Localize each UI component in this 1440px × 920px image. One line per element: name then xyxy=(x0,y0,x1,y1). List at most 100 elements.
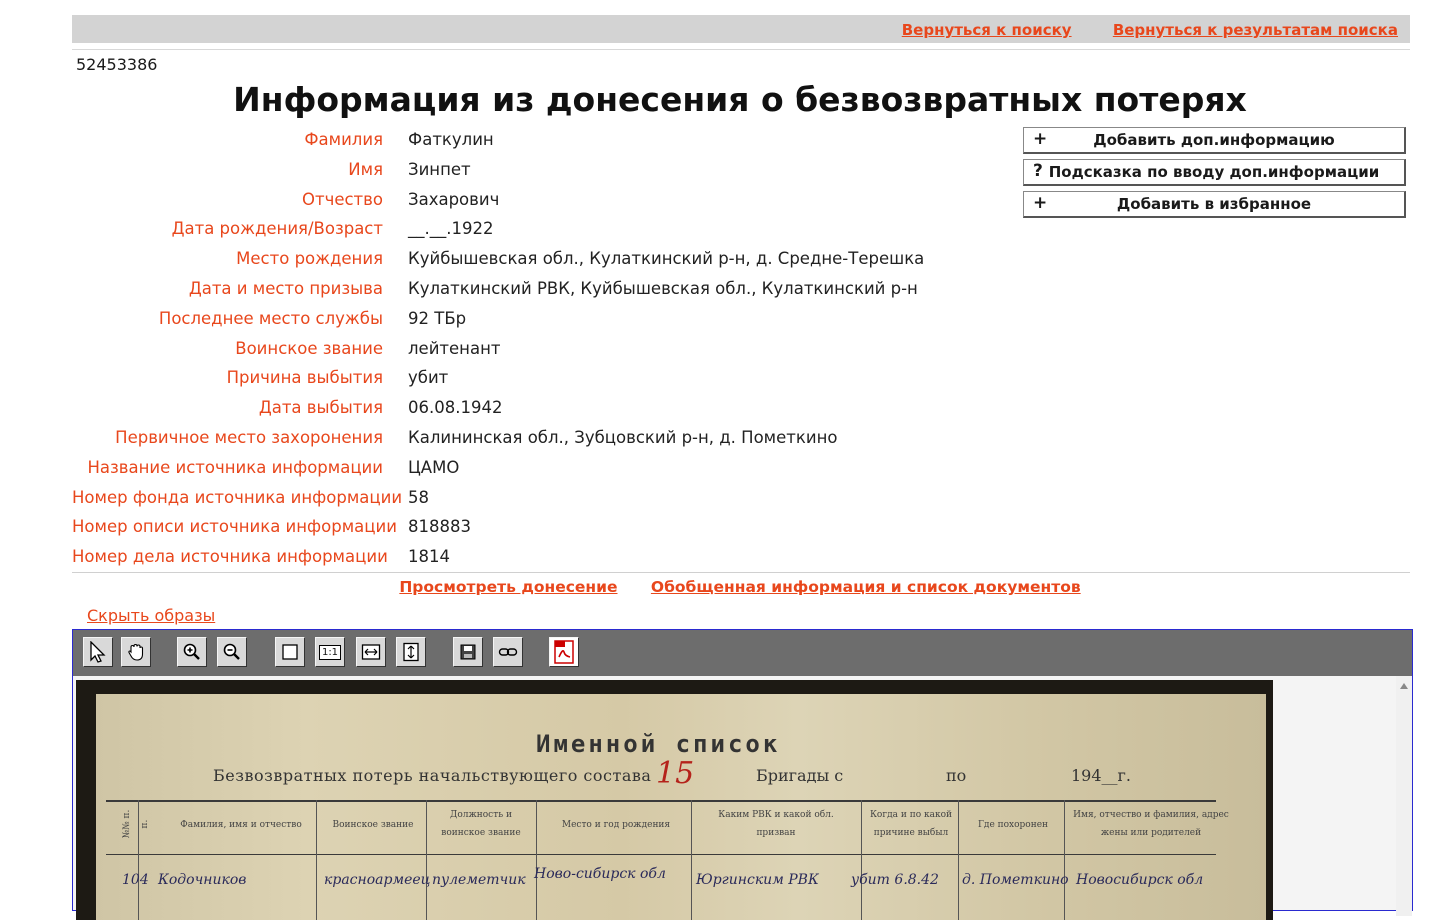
doc-brigade: Бригады с xyxy=(756,766,844,785)
entry-kin: Новосибирск обл xyxy=(1076,872,1204,888)
page-title: Информация из донесения о безвозвратных … xyxy=(233,80,1247,119)
viewer-toolbar: 1:1 xyxy=(73,630,1412,676)
field-label: Номер дела источника информации xyxy=(72,547,388,567)
field-label: Отчество xyxy=(301,189,383,209)
select-tool-icon[interactable] xyxy=(83,637,113,667)
column-header: Где похоронен xyxy=(977,820,1049,830)
field-label: Воинское звание xyxy=(235,338,383,358)
input-hint-button[interactable]: ? Подсказка по вводу доп.информации xyxy=(1023,159,1406,186)
entry-birth: Ново-сибирск обл xyxy=(534,866,666,882)
button-label: Добавить доп.информацию xyxy=(1093,131,1335,149)
field-value: Фаткулин xyxy=(408,130,494,149)
doc-po: по xyxy=(946,766,967,785)
field-label: Имя xyxy=(348,159,383,179)
zoom-out-icon[interactable] xyxy=(217,637,247,667)
table-line xyxy=(958,800,959,920)
field-label: Номер фонда источника информации xyxy=(72,487,403,507)
pdf-icon[interactable] xyxy=(549,637,579,667)
back-to-search-link[interactable]: Вернуться к поиску xyxy=(902,21,1072,39)
zoom-in-icon[interactable] xyxy=(177,637,207,667)
doc-year: 194__г. xyxy=(1071,766,1132,785)
fit-height-icon[interactable] xyxy=(396,637,426,667)
field-value: убит xyxy=(408,368,449,388)
scroll-up-icon[interactable] xyxy=(1400,683,1408,689)
field-value: __.__.1922 xyxy=(408,219,494,239)
field-label: Название источника информации xyxy=(87,457,383,477)
divider xyxy=(72,572,1410,573)
top-navigation-bar: Вернуться к поиску Вернуться к результат… xyxy=(72,15,1410,45)
document-viewer: 1:1 Именной список 15 Безвозвратных поте… xyxy=(72,629,1413,920)
entry-rank: красноармеец xyxy=(324,872,431,888)
column-header: №№ п. п. xyxy=(122,809,150,839)
scanned-page: Именной список 15 Безвозвратных потерь н… xyxy=(96,694,1266,920)
entry-buried: д. Пометкино xyxy=(962,872,1069,888)
field-value: Кулаткинский РВК, Куйбышевская обл., Кул… xyxy=(408,278,918,298)
summary-docs-link[interactable]: Обобщенная информация и список документо… xyxy=(651,578,1081,596)
table-line xyxy=(426,800,427,920)
entry-when: убит 6.8.42 xyxy=(851,872,939,888)
table-line xyxy=(106,800,1216,802)
save-icon[interactable] xyxy=(453,637,483,667)
column-header: Каким РВК и какой обл. призван xyxy=(718,810,834,838)
doc-subtitle: Безвозвратных потерь начальствующего сос… xyxy=(213,766,652,785)
button-label: Добавить в избранное xyxy=(1116,195,1312,213)
entry-name: Кодочников xyxy=(158,872,247,888)
table-line xyxy=(861,800,862,920)
column-header: Место и год рождения xyxy=(561,820,671,830)
actual-size-label: 1:1 xyxy=(318,644,342,660)
field-value: Куйбышевская обл., Кулаткинский р-н, д. … xyxy=(408,249,925,269)
field-value: ЦАМО xyxy=(408,457,460,477)
action-buttons: + Добавить доп.информацию ? Подсказка по… xyxy=(1023,127,1406,223)
table-line xyxy=(536,800,537,920)
field-value: Калининская обл., Зубцовский р-н, д. Пом… xyxy=(408,427,838,447)
doc-title: Именной список xyxy=(536,730,781,758)
back-to-results-link[interactable]: Вернуться к результатам поиска xyxy=(1113,21,1398,39)
table-line xyxy=(316,800,317,920)
field-label: Фамилия xyxy=(304,130,383,149)
add-info-button[interactable]: + Добавить доп.информацию xyxy=(1023,127,1406,154)
view-report-link[interactable]: Просмотреть донесение xyxy=(399,578,617,596)
document-image[interactable]: Именной список 15 Безвозвратных потерь н… xyxy=(76,680,1273,920)
button-label: Подсказка по вводу доп.информации xyxy=(1048,163,1380,181)
field-label: Последнее место службы xyxy=(158,308,383,328)
field-label: Место рождения xyxy=(236,249,383,269)
fit-page-icon[interactable] xyxy=(275,637,305,667)
actual-size-icon[interactable]: 1:1 xyxy=(315,637,345,667)
field-value: Захарович xyxy=(408,189,500,209)
entry-post: пулеметчик xyxy=(432,872,526,888)
fit-width-icon[interactable] xyxy=(356,637,386,667)
field-value: 06.08.1942 xyxy=(408,398,503,418)
doc-red-mark: 15 xyxy=(656,756,695,791)
entry-rvk: Юргинским РВК xyxy=(696,872,819,888)
table-line xyxy=(1064,800,1065,920)
field-label: Дата и место призыва xyxy=(188,278,383,298)
divider xyxy=(72,49,1410,50)
field-label: Дата рождения/Возраст xyxy=(171,219,383,239)
top-links: Вернуться к поиску Вернуться к результат… xyxy=(866,21,1398,39)
field-label: Причина выбытия xyxy=(226,368,383,388)
field-value: 1814 xyxy=(408,547,450,567)
field-value: лейтенант xyxy=(408,338,501,358)
table-line xyxy=(106,854,1216,855)
table-line xyxy=(691,800,692,920)
column-header: Воинское звание xyxy=(332,820,414,830)
field-label: Дата выбытия xyxy=(258,398,383,418)
add-favorite-button[interactable]: + Добавить в избранное xyxy=(1023,191,1406,218)
report-links: Просмотреть донесение Обобщенная информа… xyxy=(0,578,1440,596)
column-header: Когда и по какой причине выбыл xyxy=(869,810,953,838)
viewer-scrollbar[interactable] xyxy=(1396,676,1412,916)
field-value: 818883 xyxy=(408,517,471,537)
record-id: 52453386 xyxy=(76,55,158,74)
column-header: Имя, отчество и фамилия, адрес жены или … xyxy=(1073,810,1229,838)
pan-hand-icon[interactable] xyxy=(121,637,151,667)
field-value: 92 ТБр xyxy=(408,308,467,328)
column-header: Должность и воинское звание xyxy=(441,810,521,838)
hide-images-link[interactable]: Скрыть образы xyxy=(87,606,215,625)
link-icon[interactable] xyxy=(493,637,523,667)
field-value: 58 xyxy=(408,487,429,507)
field-label: Первичное место захоронения xyxy=(115,427,383,447)
column-header: Фамилия, имя и отчество xyxy=(180,820,302,830)
field-value: Зинпет xyxy=(408,159,471,179)
field-label: Номер описи источника информации xyxy=(72,517,397,537)
entry-number: 104 xyxy=(122,872,149,888)
